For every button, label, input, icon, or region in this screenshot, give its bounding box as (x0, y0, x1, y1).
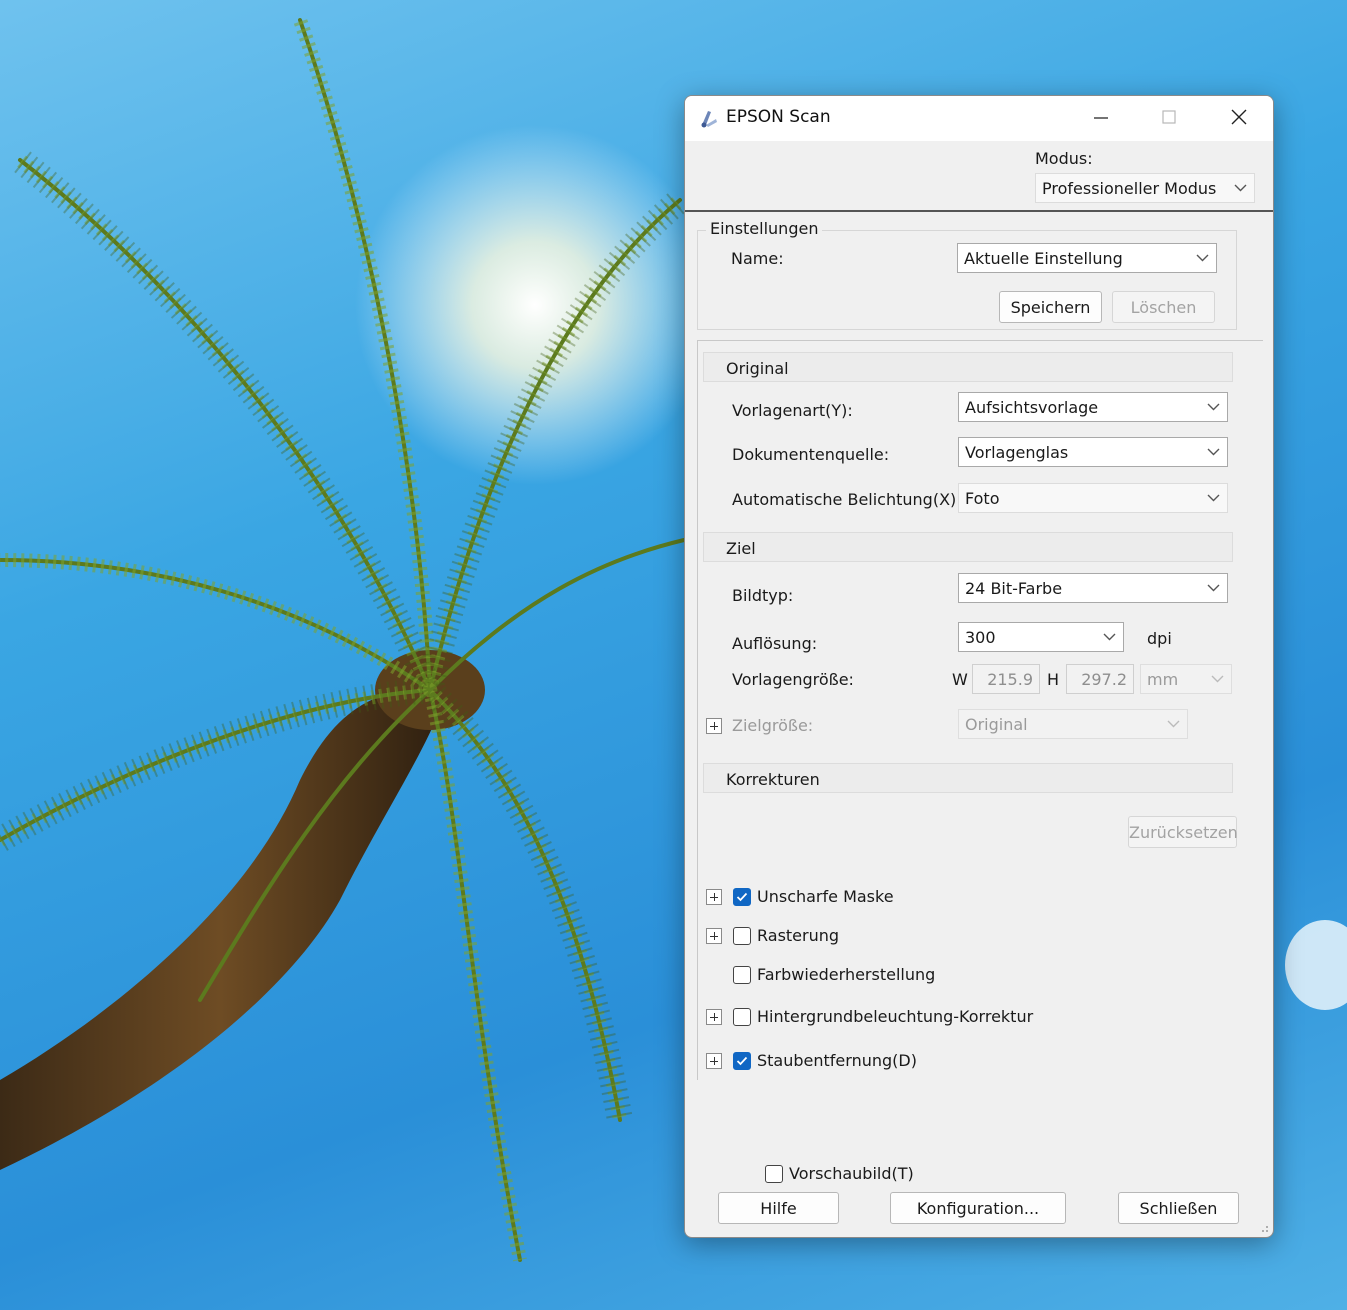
chevron-down-icon (1234, 184, 1247, 192)
chevron-down-icon (1167, 720, 1180, 728)
staubentfernung-checkbox[interactable] (733, 1052, 751, 1070)
maximize-icon (1162, 110, 1176, 124)
checkmark-icon (736, 1056, 748, 1066)
zielgroesse-label: Zielgröße: (732, 716, 814, 735)
hintergrundbeleuchtung-checkbox[interactable] (733, 1008, 751, 1026)
staubentfernung-label: Staubentfernung(D) (757, 1051, 917, 1070)
vorlagenart-label: Vorlagenart(Y): (732, 401, 853, 420)
aufloesung-unit: dpi (1147, 629, 1172, 648)
vorlagenart-select[interactable]: Aufsichtsvorlage (958, 392, 1228, 422)
mode-separator (685, 210, 1273, 212)
rasterung-checkbox[interactable] (733, 927, 751, 945)
korrekturen-section-title: Korrekturen (726, 770, 820, 789)
mode-label: Modus: (1035, 149, 1093, 168)
chevron-down-icon (1103, 633, 1116, 641)
ziel-section-title: Ziel (726, 539, 756, 558)
chevron-down-icon (1196, 254, 1209, 262)
ziel-section-header[interactable]: Ziel (703, 532, 1233, 562)
close-icon (1231, 109, 1247, 125)
close-button[interactable] (1216, 96, 1262, 141)
minimize-button[interactable] (1078, 96, 1124, 141)
rasterung-expand-icon[interactable] (706, 928, 722, 944)
width-field[interactable]: 215.9 (972, 664, 1040, 694)
hintergrundbeleuchtung-label: Hintergrundbeleuchtung-Korrektur (757, 1007, 1034, 1026)
size-unit-value: mm (1147, 670, 1179, 689)
resize-grip-icon[interactable] (1257, 1221, 1269, 1233)
chevron-down-icon (1207, 584, 1220, 592)
hintergrundbeleuchtung-expand-icon[interactable] (706, 1009, 722, 1025)
belichtung-label: Automatische Belichtung(X): (732, 490, 962, 509)
chevron-down-icon (1207, 494, 1220, 502)
belichtung-value: Foto (965, 489, 1000, 508)
name-select-value: Aktuelle Einstellung (964, 249, 1123, 268)
belichtung-select[interactable]: Foto (958, 483, 1228, 513)
epson-scan-window: EPSON Scan Modus: Professioneller Modus … (684, 95, 1274, 1238)
farbwiederherstellung-label: Farbwiederherstellung (757, 965, 936, 984)
chevron-down-icon (1211, 675, 1224, 683)
reset-button[interactable]: Zurücksetzen (1128, 816, 1238, 848)
close-dialog-button[interactable]: Schließen (1118, 1192, 1239, 1224)
size-unit-select[interactable]: mm (1140, 664, 1232, 694)
height-label: H (1047, 670, 1060, 689)
configuration-button[interactable]: Konfiguration... (890, 1192, 1066, 1224)
aufloesung-select[interactable]: 300 (958, 622, 1124, 652)
width-label: W (952, 670, 968, 689)
einstellungen-legend: Einstellungen (706, 219, 823, 238)
staubentfernung-expand-icon[interactable] (706, 1053, 722, 1069)
unscharfe-maske-expand-icon[interactable] (706, 889, 722, 905)
aufloesung-value: 300 (965, 628, 996, 647)
bildtyp-value: 24 Bit-Farbe (965, 579, 1063, 598)
farbwiederherstellung-checkbox[interactable] (733, 966, 751, 984)
chevron-down-icon (1207, 448, 1220, 456)
vorlagengroesse-label: Vorlagengröße: (732, 670, 854, 689)
zielgroesse-expand-icon[interactable] (706, 718, 722, 734)
zielgroesse-select[interactable]: Original (958, 709, 1188, 739)
checkmark-icon (736, 892, 748, 902)
dokumentenquelle-label: Dokumentenquelle: (732, 445, 890, 464)
aufloesung-label: Auflösung: (732, 634, 818, 653)
korrekturen-section-header[interactable]: Korrekturen (703, 763, 1233, 793)
vorlagenart-value: Aufsichtsvorlage (965, 398, 1099, 417)
dokumentenquelle-value: Vorlagenglas (965, 443, 1069, 462)
original-section-title: Original (726, 359, 789, 378)
name-select[interactable]: Aktuelle Einstellung (957, 243, 1217, 273)
unscharfe-maske-checkbox[interactable] (733, 888, 751, 906)
bildtyp-select[interactable]: 24 Bit-Farbe (958, 573, 1228, 603)
delete-button[interactable]: Löschen (1112, 291, 1215, 323)
title-bar[interactable]: EPSON Scan (685, 96, 1273, 141)
help-button[interactable]: Hilfe (718, 1192, 839, 1224)
save-button[interactable]: Speichern (999, 291, 1102, 323)
mode-select[interactable]: Professioneller Modus (1035, 173, 1255, 203)
name-label: Name: (731, 249, 784, 268)
minimize-icon (1094, 117, 1108, 119)
zielgroesse-value: Original (965, 715, 1028, 734)
original-section-header[interactable]: Original (703, 352, 1233, 382)
dokumentenquelle-select[interactable]: Vorlagenglas (958, 437, 1228, 467)
chevron-down-icon (1207, 403, 1220, 411)
bildtyp-label: Bildtyp: (732, 586, 794, 605)
mode-select-value: Professioneller Modus (1042, 179, 1217, 198)
preview-checkbox[interactable] (765, 1165, 783, 1183)
unscharfe-maske-label: Unscharfe Maske (757, 887, 894, 906)
window-title: EPSON Scan (726, 107, 831, 127)
maximize-button[interactable] (1146, 96, 1192, 141)
preview-label: Vorschaubild(T) (789, 1164, 914, 1183)
epson-scan-app-icon (701, 111, 717, 128)
rasterung-label: Rasterung (757, 926, 840, 945)
height-field[interactable]: 297.2 (1066, 664, 1134, 694)
